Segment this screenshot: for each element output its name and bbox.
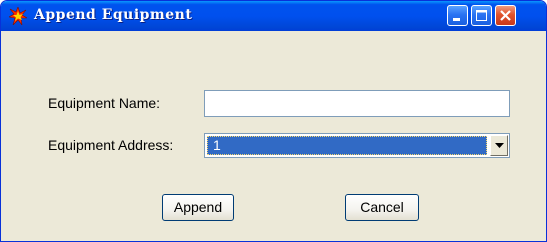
title-bar[interactable]: Append Equipment [1, 1, 546, 31]
minimize-icon [453, 18, 460, 21]
close-icon [500, 10, 511, 21]
chevron-down-icon [495, 143, 504, 148]
equipment-address-label: Equipment Address: [48, 137, 174, 153]
equipment-address-select[interactable]: 1 [204, 133, 510, 158]
maximize-button[interactable] [471, 5, 492, 26]
equipment-address-selected-value: 1 [207, 136, 487, 155]
close-button[interactable] [495, 5, 516, 26]
minimize-button[interactable] [447, 5, 468, 26]
maximize-icon [476, 10, 487, 21]
dropdown-arrow-button[interactable] [490, 135, 508, 156]
window-title: Append Equipment [34, 7, 193, 23]
append-equipment-dialog: Append Equipment Equipment Name: Equipme… [0, 0, 547, 242]
cancel-button[interactable]: Cancel [345, 194, 419, 221]
append-button[interactable]: Append [162, 194, 234, 221]
equipment-name-label: Equipment Name: [48, 95, 161, 111]
explosion-star-icon [8, 6, 29, 27]
equipment-name-input[interactable] [204, 90, 510, 117]
